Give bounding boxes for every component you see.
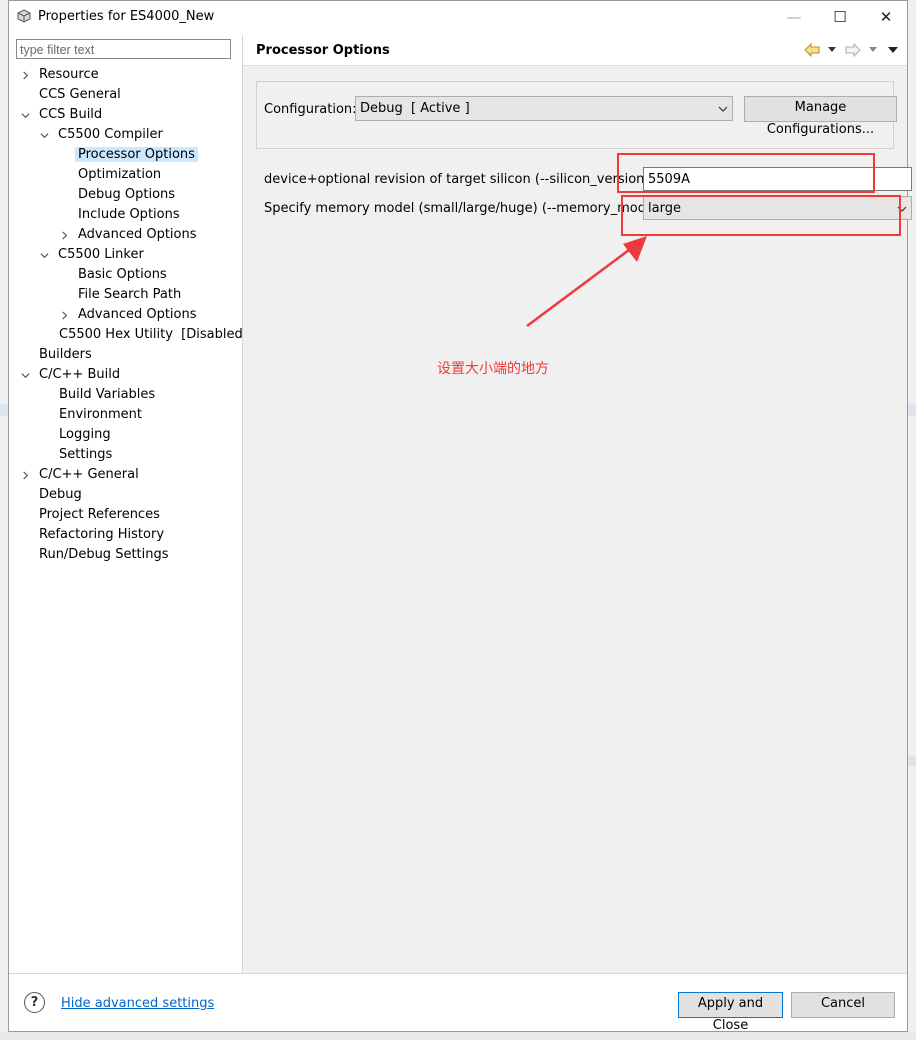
tree-item-label: Settings — [59, 447, 113, 462]
help-icon[interactable]: ? — [24, 992, 45, 1013]
tree-item-optimization[interactable]: Optimization — [75, 165, 164, 185]
tree-item-project-references[interactable]: Project References — [36, 505, 163, 525]
maximize-icon: ☐ — [833, 7, 847, 26]
page-header: Processor Options — [243, 35, 907, 66]
annotation-label: 设置大小端的地方 — [437, 361, 549, 377]
tree-item-run-debug-settings[interactable]: Run/Debug Settings — [36, 545, 172, 565]
close-button[interactable]: ✕ — [863, 1, 909, 32]
tree-item-include-options[interactable]: Include Options — [75, 205, 183, 225]
tree-item-builders[interactable]: Builders — [36, 345, 95, 365]
chevron-right-icon[interactable] — [58, 225, 70, 245]
silicon-version-label: device+optional revision of target silic… — [264, 172, 670, 187]
tree-item-label: CCS Build — [39, 107, 103, 122]
tree-item-label: Processor Options — [75, 147, 198, 162]
chevron-down-icon[interactable] — [19, 105, 31, 125]
tree-item-resource[interactable]: Resource — [19, 65, 102, 85]
background-band — [908, 404, 916, 416]
window-title: Properties for ES4000_New — [38, 9, 215, 24]
minimize-button[interactable]: — — [771, 1, 817, 32]
hide-advanced-settings-link[interactable]: Hide advanced settings — [61, 996, 214, 1011]
configuration-select[interactable]: Debug [ Active ] — [355, 96, 733, 121]
view-menu-icon[interactable] — [888, 42, 898, 58]
tree-item-label: Builders — [39, 347, 92, 362]
background-band — [908, 756, 916, 766]
tree-item-linker-advanced-options[interactable]: Advanced Options — [58, 305, 200, 325]
tree-item-label: Resource — [39, 67, 99, 82]
footer-separator — [9, 973, 907, 974]
apply-and-close-button[interactable]: Apply and Close — [678, 992, 783, 1033]
close-icon: ✕ — [879, 7, 893, 26]
tree-item-label: Include Options — [78, 207, 180, 222]
tree-item-debug-options[interactable]: Debug Options — [75, 185, 178, 205]
tree-item-cpp-general[interactable]: C/C++ General — [19, 465, 142, 485]
cancel-button[interactable]: Cancel — [791, 992, 895, 1018]
tree-item-build-variables[interactable]: Build Variables — [56, 385, 158, 405]
filter-input[interactable] — [16, 39, 231, 59]
chevron-right-icon[interactable] — [19, 465, 31, 485]
chevron-right-icon[interactable] — [19, 65, 31, 85]
tree-item-c5500-compiler[interactable]: C5500 Compiler — [38, 125, 166, 145]
configuration-value: Debug [ Active ] — [360, 101, 470, 116]
tree-item-basic-options[interactable]: Basic Options — [75, 265, 170, 285]
tree-item-label: C5500 Hex Utility [Disabled] — [59, 327, 248, 342]
tree-item-debug[interactable]: Debug — [36, 485, 85, 505]
background-band — [0, 404, 8, 416]
tree-item-label: C5500 Compiler — [58, 127, 163, 142]
background-app-bottom — [0, 1032, 916, 1040]
tree-item-c5500-hex-utility[interactable]: C5500 Hex Utility [Disabled] — [56, 325, 251, 345]
tree-item-label: Run/Debug Settings — [39, 547, 169, 562]
tree-item-ccs-build[interactable]: CCS Build — [19, 105, 105, 125]
tree-item-label: C5500 Linker — [58, 247, 144, 262]
tree-item-processor-options[interactable]: Processor Options — [75, 145, 198, 165]
minimize-icon: — — [786, 7, 802, 26]
tree-item-label: Refactoring History — [39, 527, 165, 542]
tree-item-label: Environment — [59, 407, 143, 422]
tree-item-label: Debug — [39, 487, 82, 502]
tree-item-label: Project References — [39, 507, 160, 522]
back-arrow-icon[interactable] — [804, 42, 820, 58]
tree-item-label: File Search Path — [78, 287, 182, 302]
properties-dialog: Properties for ES4000_New — ☐ ✕ Resource… — [8, 0, 912, 1033]
tree-item-refactoring-history[interactable]: Refactoring History — [36, 525, 167, 545]
app-cube-icon — [17, 9, 31, 23]
tree-item-environment[interactable]: Environment — [56, 405, 145, 425]
tree-item-label: Advanced Options — [78, 307, 197, 322]
title-bar: Properties for ES4000_New — ☐ ✕ — [9, 1, 907, 32]
chevron-down-icon[interactable] — [38, 245, 50, 265]
tree-item-file-search-path[interactable]: File Search Path — [75, 285, 184, 305]
chevron-down-icon[interactable] — [38, 125, 50, 145]
tree-item-label: Debug Options — [78, 187, 176, 202]
maximize-button[interactable]: ☐ — [817, 1, 863, 32]
annotation-box-memory-model — [621, 195, 901, 236]
tree-item-label: C/C++ Build — [39, 367, 121, 382]
annotation-arrow-icon — [526, 236, 647, 328]
chevron-right-icon[interactable] — [58, 305, 70, 325]
memory-model-label: Specify memory model (small/large/huge) … — [264, 201, 663, 216]
tree-item-cpp-build[interactable]: C/C++ Build — [19, 365, 123, 385]
tree-item-label: Optimization — [78, 167, 162, 182]
tree-item-label: Build Variables — [59, 387, 156, 402]
tree-item-compiler-advanced-options[interactable]: Advanced Options — [58, 225, 200, 245]
tree-item-c5500-linker[interactable]: C5500 Linker — [38, 245, 147, 265]
tree-item-label: Basic Options — [78, 267, 167, 282]
tree-item-logging[interactable]: Logging — [56, 425, 114, 445]
tree-item-ccs-general[interactable]: CCS General — [36, 85, 124, 105]
chevron-down-icon — [718, 103, 728, 113]
manage-configurations-button[interactable]: Manage Configurations... — [744, 96, 897, 137]
tree-item-label: C/C++ General — [39, 467, 139, 482]
background-app-right — [908, 0, 916, 1040]
tree-item-label: Advanced Options — [78, 227, 197, 242]
chevron-down-icon[interactable] — [19, 365, 31, 385]
tree-item-label: Logging — [59, 427, 111, 442]
forward-arrow-icon[interactable] — [845, 42, 861, 58]
tree-item-settings[interactable]: Settings — [56, 445, 115, 465]
configuration-label: Configuration: — [264, 102, 357, 117]
tree-item-label: CCS General — [39, 87, 121, 102]
annotation-box-silicon — [617, 153, 875, 193]
background-app-left — [0, 0, 8, 1040]
forward-dropdown-icon[interactable] — [869, 42, 877, 58]
back-dropdown-icon[interactable] — [828, 42, 836, 58]
page-title: Processor Options — [256, 43, 390, 58]
